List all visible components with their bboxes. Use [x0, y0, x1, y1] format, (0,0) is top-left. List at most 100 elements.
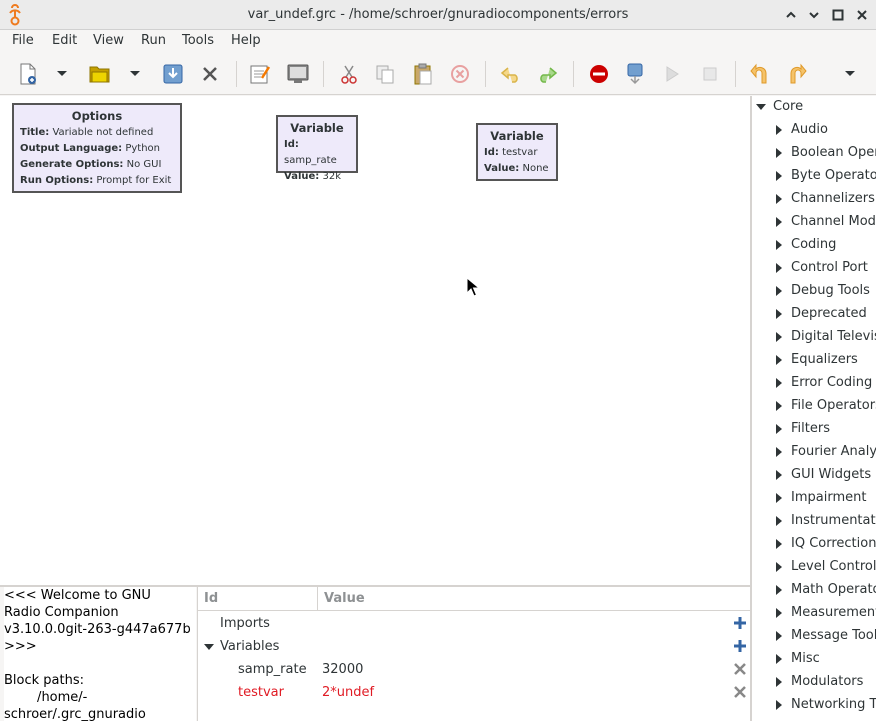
- tree-item-message-tools[interactable]: Message Tools: [752, 625, 876, 648]
- expander-right-icon[interactable]: [776, 401, 782, 411]
- expander-right-icon[interactable]: [776, 171, 782, 181]
- tree-item-impairment[interactable]: Impairment: [752, 487, 876, 510]
- expander-right-icon[interactable]: [776, 470, 782, 480]
- new-document-icon[interactable]: [16, 62, 40, 86]
- expander-right-icon[interactable]: [776, 562, 782, 572]
- expander-right-icon[interactable]: [776, 608, 782, 618]
- expander-right-icon[interactable]: [776, 516, 782, 526]
- close-icon[interactable]: [198, 62, 222, 86]
- expander-right-icon[interactable]: [776, 424, 782, 434]
- undo-icon[interactable]: [499, 62, 523, 86]
- tree-item-channel-models[interactable]: Channel Models: [752, 211, 876, 234]
- tree-item-networking-tools[interactable]: Networking Tools: [752, 694, 876, 717]
- variables-row[interactable]: Variables: [198, 635, 750, 658]
- kill-icon[interactable]: [698, 62, 722, 86]
- expander-right-icon[interactable]: [776, 125, 782, 135]
- rotate-cw-icon[interactable]: [785, 62, 809, 86]
- menu-file[interactable]: File: [12, 33, 34, 48]
- expander-right-icon[interactable]: [776, 217, 782, 227]
- dropdown-icon[interactable]: [123, 62, 147, 86]
- redo-icon[interactable]: [535, 62, 559, 86]
- tree-item-boolean-operators[interactable]: Boolean Operators: [752, 142, 876, 165]
- expander-right-icon[interactable]: [776, 585, 782, 595]
- properties-icon[interactable]: [248, 62, 272, 86]
- remove-variable-icon[interactable]: [733, 662, 747, 676]
- tree-item-gui-widgets[interactable]: GUI Widgets: [752, 464, 876, 487]
- more-dropdown-icon[interactable]: [838, 62, 862, 86]
- column-header-value[interactable]: Value: [324, 591, 365, 606]
- expander-right-icon[interactable]: [776, 332, 782, 342]
- tree-item-control-port[interactable]: Control Port: [752, 257, 876, 280]
- tree-item-instrumentation[interactable]: Instrumentation: [752, 510, 876, 533]
- tree-item-error-coding[interactable]: Error Coding: [752, 372, 876, 395]
- chevron-up-icon[interactable]: [782, 6, 800, 24]
- tree-item-core[interactable]: Core: [752, 96, 876, 119]
- rotate-ccw-icon[interactable]: [748, 62, 772, 86]
- expander-right-icon[interactable]: [776, 286, 782, 296]
- dropdown-icon[interactable]: [50, 62, 74, 86]
- tree-item-file-operators[interactable]: File Operators: [752, 395, 876, 418]
- maximize-icon[interactable]: [829, 6, 847, 24]
- paste-icon[interactable]: [411, 62, 435, 86]
- variable-block-samp-rate[interactable]: Variable Id: samp_rate Value: 32k: [276, 115, 358, 182]
- close-icon[interactable]: [853, 6, 871, 24]
- generate-icon[interactable]: [623, 62, 647, 86]
- expander-right-icon[interactable]: [776, 631, 782, 641]
- tree-item-byte-operators[interactable]: Byte Operators: [752, 165, 876, 188]
- execute-icon[interactable]: [660, 62, 684, 86]
- tree-item-equalizers[interactable]: Equalizers: [752, 349, 876, 372]
- expander-down-icon[interactable]: [756, 104, 766, 110]
- expander-right-icon[interactable]: [776, 677, 782, 687]
- tree-item-modulators[interactable]: Modulators: [752, 671, 876, 694]
- screenshot-icon[interactable]: [286, 62, 310, 86]
- tree-item-misc[interactable]: Misc: [752, 648, 876, 671]
- options-block[interactable]: Options Title: Variable not defined Outp…: [12, 103, 182, 193]
- expander-right-icon[interactable]: [776, 194, 782, 204]
- cut-icon[interactable]: [337, 62, 361, 86]
- menu-tools[interactable]: Tools: [182, 33, 214, 48]
- variable-block-testvar[interactable]: Variable Id: testvar Value: None: [476, 123, 558, 181]
- variable-row[interactable]: samp_rate 32000: [198, 658, 750, 681]
- menu-run[interactable]: Run: [141, 33, 166, 48]
- tree-item-math-operators[interactable]: Math Operators: [752, 579, 876, 602]
- delete-icon[interactable]: [448, 62, 472, 86]
- menu-help[interactable]: Help: [231, 33, 261, 48]
- expander-down-icon[interactable]: [204, 644, 214, 650]
- tree-item-measurement[interactable]: Measurement: [752, 602, 876, 625]
- expander-right-icon[interactable]: [776, 309, 782, 319]
- tree-item-deprecated[interactable]: Deprecated: [752, 303, 876, 326]
- expander-right-icon[interactable]: [776, 493, 782, 503]
- expander-right-icon[interactable]: [776, 240, 782, 250]
- menu-view[interactable]: View: [93, 33, 124, 48]
- variable-row[interactable]: testvar 2*undef: [198, 681, 750, 704]
- tree-item-filters[interactable]: Filters: [752, 418, 876, 441]
- add-import-icon[interactable]: [733, 616, 747, 630]
- tree-item-iq-correction[interactable]: IQ Correction: [752, 533, 876, 556]
- copy-icon[interactable]: [373, 62, 397, 86]
- tree-item-debug-tools[interactable]: Debug Tools: [752, 280, 876, 303]
- expander-right-icon[interactable]: [776, 263, 782, 273]
- column-header-id[interactable]: Id: [204, 591, 218, 606]
- tree-item-audio[interactable]: Audio: [752, 119, 876, 142]
- expander-right-icon[interactable]: [776, 539, 782, 549]
- tree-item-level-controllers[interactable]: Level Controllers: [752, 556, 876, 579]
- tree-item-channelizers[interactable]: Channelizers: [752, 188, 876, 211]
- tree-item-coding[interactable]: Coding: [752, 234, 876, 257]
- expander-right-icon[interactable]: [776, 447, 782, 457]
- menu-edit[interactable]: Edit: [52, 33, 77, 48]
- save-icon[interactable]: [161, 62, 185, 86]
- tree-item-fourier-analysis[interactable]: Fourier Analysis: [752, 441, 876, 464]
- expander-right-icon[interactable]: [776, 700, 782, 710]
- errors-icon[interactable]: [587, 62, 611, 86]
- expander-right-icon[interactable]: [776, 148, 782, 158]
- imports-row[interactable]: Imports: [198, 612, 750, 635]
- open-folder-icon[interactable]: [88, 62, 112, 86]
- minimize-icon[interactable]: [805, 6, 823, 24]
- add-variable-icon[interactable]: [733, 639, 747, 653]
- flowgraph-canvas[interactable]: Options Title: Variable not defined Outp…: [0, 96, 750, 585]
- expander-right-icon[interactable]: [776, 378, 782, 388]
- expander-right-icon[interactable]: [776, 654, 782, 664]
- tree-item-digital-television[interactable]: Digital Television: [752, 326, 876, 349]
- expander-right-icon[interactable]: [776, 355, 782, 365]
- remove-variable-icon[interactable]: [733, 685, 747, 699]
